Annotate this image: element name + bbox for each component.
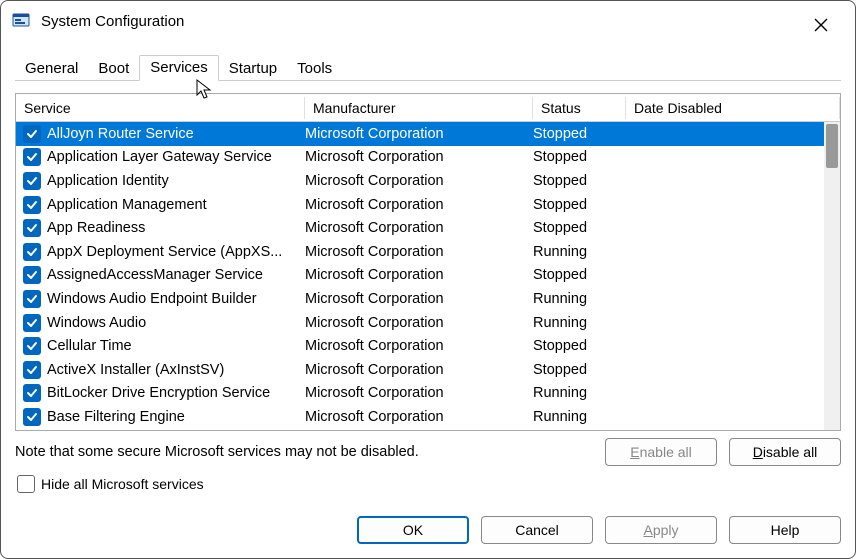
row-checkbox[interactable]	[23, 337, 41, 355]
close-button[interactable]	[801, 15, 841, 35]
col-header-manufacturer[interactable]: Manufacturer	[305, 97, 533, 119]
services-grid: Service Manufacturer Status Date Disable…	[15, 93, 841, 431]
cell-service: Base Filtering Engine	[47, 409, 305, 425]
hide-ms-row: Hide all Microsoft services	[15, 475, 841, 501]
hide-ms-label[interactable]: Hide all Microsoft services	[41, 476, 204, 492]
system-configuration-window: System Configuration General Boot Servic…	[0, 0, 856, 559]
note-row: Note that some secure Microsoft services…	[15, 437, 841, 467]
col-header-date-disabled[interactable]: Date Disabled	[626, 97, 840, 119]
cell-manufacturer: Microsoft Corporation	[305, 220, 533, 236]
cell-status: Stopped	[533, 173, 626, 189]
tab-tools[interactable]: Tools	[287, 57, 342, 81]
row-checkbox[interactable]	[23, 172, 41, 190]
table-row[interactable]: AssignedAccessManager ServiceMicrosoft C…	[16, 264, 840, 288]
row-checkbox[interactable]	[23, 290, 41, 308]
cell-manufacturer: Microsoft Corporation	[305, 291, 533, 307]
ok-button[interactable]: OK	[357, 516, 469, 544]
cell-service: BitLocker Drive Encryption Service	[47, 385, 305, 401]
cell-manufacturer: Microsoft Corporation	[305, 149, 533, 165]
grid-header: Service Manufacturer Status Date Disable…	[16, 94, 840, 122]
cell-manufacturer: Microsoft Corporation	[305, 126, 533, 142]
cell-status: Stopped	[533, 220, 626, 236]
cell-status: Running	[533, 409, 626, 425]
disable-all-button[interactable]: Disable all	[729, 438, 841, 466]
cell-service: AssignedAccessManager Service	[47, 267, 305, 283]
window-title: System Configuration	[41, 13, 184, 30]
tab-strip: General Boot Services Startup Tools	[15, 53, 841, 81]
cell-service: Application Identity	[47, 173, 305, 189]
tab-boot[interactable]: Boot	[88, 57, 139, 81]
table-row[interactable]: ActiveX Installer (AxInstSV)Microsoft Co…	[16, 358, 840, 382]
cell-service: ActiveX Installer (AxInstSV)	[47, 362, 305, 378]
tab-startup[interactable]: Startup	[219, 57, 287, 81]
cell-status: Stopped	[533, 338, 626, 354]
tab-services[interactable]: Services	[139, 55, 219, 81]
cell-status: Stopped	[533, 149, 626, 165]
table-row[interactable]: Application IdentityMicrosoft Corporatio…	[16, 169, 840, 193]
apply-button[interactable]: Apply	[605, 516, 717, 544]
cell-status: Stopped	[533, 267, 626, 283]
row-checkbox[interactable]	[23, 314, 41, 332]
cell-manufacturer: Microsoft Corporation	[305, 315, 533, 331]
cell-service: AppX Deployment Service (AppXS...	[47, 244, 305, 260]
table-row[interactable]: Application Layer Gateway ServiceMicroso…	[16, 146, 840, 170]
cell-status: Stopped	[533, 126, 626, 142]
row-checkbox[interactable]	[23, 266, 41, 284]
cell-service: Application Layer Gateway Service	[47, 149, 305, 165]
cell-status: Stopped	[533, 197, 626, 213]
row-checkbox[interactable]	[23, 243, 41, 261]
cell-manufacturer: Microsoft Corporation	[305, 385, 533, 401]
cell-status: Stopped	[533, 362, 626, 378]
table-row[interactable]: App ReadinessMicrosoft CorporationStoppe…	[16, 216, 840, 240]
cell-service: App Readiness	[47, 220, 305, 236]
tab-general[interactable]: General	[15, 57, 88, 81]
cell-manufacturer: Microsoft Corporation	[305, 244, 533, 260]
secure-services-note: Note that some secure Microsoft services…	[15, 444, 419, 460]
table-row[interactable]: Cellular TimeMicrosoft CorporationStoppe…	[16, 334, 840, 358]
cell-manufacturer: Microsoft Corporation	[305, 409, 533, 425]
cell-manufacturer: Microsoft Corporation	[305, 338, 533, 354]
cell-service: AllJoyn Router Service	[47, 126, 305, 142]
row-checkbox[interactable]	[23, 196, 41, 214]
table-row[interactable]: Windows Audio Endpoint BuilderMicrosoft …	[16, 287, 840, 311]
cell-manufacturer: Microsoft Corporation	[305, 362, 533, 378]
table-row[interactable]: Windows AudioMicrosoft CorporationRunnin…	[16, 311, 840, 335]
row-checkbox[interactable]	[23, 361, 41, 379]
cell-service: Windows Audio Endpoint Builder	[47, 291, 305, 307]
cancel-button[interactable]: Cancel	[481, 516, 593, 544]
grid-body[interactable]: AllJoyn Router ServiceMicrosoft Corporat…	[16, 122, 840, 431]
row-checkbox[interactable]	[23, 408, 41, 426]
dialog-footer: OK Cancel Apply Help	[1, 506, 855, 558]
col-header-status[interactable]: Status	[533, 97, 626, 119]
help-button[interactable]: Help	[729, 516, 841, 544]
table-row[interactable]: BitLocker Drive Encryption ServiceMicros…	[16, 382, 840, 406]
app-icon	[11, 11, 31, 31]
scrollbar[interactable]	[824, 122, 840, 431]
table-row[interactable]: AllJoyn Router ServiceMicrosoft Corporat…	[16, 122, 840, 146]
table-row[interactable]: Application ManagementMicrosoft Corporat…	[16, 193, 840, 217]
cell-status: Running	[533, 291, 626, 307]
col-header-service[interactable]: Service	[16, 97, 305, 119]
table-row[interactable]: Base Filtering EngineMicrosoft Corporati…	[16, 405, 840, 429]
cell-manufacturer: Microsoft Corporation	[305, 173, 533, 189]
row-checkbox[interactable]	[23, 219, 41, 237]
titlebar: System Configuration	[1, 1, 855, 41]
table-row[interactable]: AppX Deployment Service (AppXS...Microso…	[16, 240, 840, 264]
cell-status: Running	[533, 385, 626, 401]
row-checkbox[interactable]	[23, 148, 41, 166]
cell-manufacturer: Microsoft Corporation	[305, 267, 533, 283]
cell-service: Cellular Time	[47, 338, 305, 354]
cell-service: Windows Audio	[47, 315, 305, 331]
hide-ms-checkbox[interactable]	[17, 475, 35, 493]
cell-status: Running	[533, 244, 626, 260]
cell-status: Running	[533, 315, 626, 331]
scrollbar-thumb[interactable]	[826, 124, 838, 168]
cell-service: Application Management	[47, 197, 305, 213]
tab-content: Service Manufacturer Status Date Disable…	[1, 81, 855, 506]
enable-all-button[interactable]: Enable all	[605, 438, 717, 466]
cell-manufacturer: Microsoft Corporation	[305, 197, 533, 213]
row-checkbox[interactable]	[23, 125, 41, 143]
row-checkbox[interactable]	[23, 384, 41, 402]
